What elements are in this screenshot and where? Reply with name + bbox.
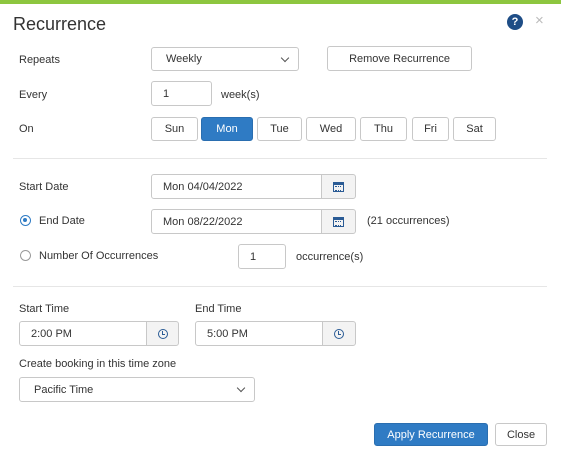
day-button-thu[interactable]: Thu [360, 117, 407, 141]
occurrences-unit-label: occurrence(s) [296, 251, 364, 263]
every-label: Every [19, 89, 48, 101]
calendar-icon [333, 181, 344, 192]
remove-recurrence-button[interactable]: Remove Recurrence [327, 46, 472, 71]
day-button-tue[interactable]: Tue [257, 117, 302, 141]
occurrences-label: Number Of Occurrences [39, 250, 159, 262]
start-date-label: Start Date [19, 181, 69, 193]
day-button-sat[interactable]: Sat [453, 117, 496, 141]
question-circle-icon[interactable]: ? [507, 14, 523, 30]
start-time-label: Start Time [19, 303, 70, 315]
clock-icon [157, 328, 168, 339]
day-button-mon[interactable]: Mon [201, 117, 253, 141]
calendar-icon [333, 216, 344, 227]
end-time-input[interactable]: 5:00 PM [195, 321, 323, 346]
occurrences-radio[interactable] [20, 250, 31, 261]
timezone-select-value: Pacific Time [34, 383, 94, 396]
chevron-down-icon [280, 53, 290, 62]
day-button-wed[interactable]: Wed [306, 117, 356, 141]
repeats-select[interactable]: Weekly [151, 47, 299, 71]
occurrences-input[interactable]: 1 [238, 244, 286, 269]
end-time-picker-button[interactable] [322, 321, 356, 346]
day-button-sun[interactable]: Sun [151, 117, 198, 141]
accent-bar [0, 0, 561, 4]
day-button-fri[interactable]: Fri [412, 117, 449, 141]
chevron-down-icon [236, 383, 246, 393]
end-date-label: End Date [39, 215, 85, 227]
divider [13, 158, 547, 159]
every-input[interactable]: 1 [151, 81, 212, 106]
start-time-picker-button[interactable] [146, 321, 179, 346]
dialog-title: Recurrence [13, 14, 107, 34]
clock-icon [334, 328, 344, 339]
start-time-input[interactable]: 2:00 PM [19, 321, 147, 346]
apply-recurrence-button[interactable]: Apply Recurrence [374, 423, 488, 446]
start-date-input[interactable]: Mon 04/04/2022 [151, 174, 322, 199]
end-time-label: End Time [195, 303, 242, 315]
on-label: On [19, 123, 34, 135]
start-date-picker-button[interactable] [321, 174, 356, 199]
timezone-select[interactable]: Pacific Time [19, 377, 255, 402]
timezone-label: Create booking in this time zone [19, 358, 177, 370]
end-date-picker-button[interactable] [321, 209, 356, 234]
repeats-select-value: Weekly [166, 53, 202, 65]
repeats-label: Repeats [19, 54, 60, 66]
close-icon[interactable]: × [535, 12, 544, 30]
close-button[interactable]: Close [495, 423, 547, 446]
every-unit-label: week(s) [221, 89, 260, 101]
end-date-input[interactable]: Mon 08/22/2022 [151, 209, 322, 234]
end-date-radio[interactable] [20, 215, 31, 226]
occurrence-count-note: (21 occurrences) [367, 215, 450, 227]
divider [13, 286, 547, 287]
